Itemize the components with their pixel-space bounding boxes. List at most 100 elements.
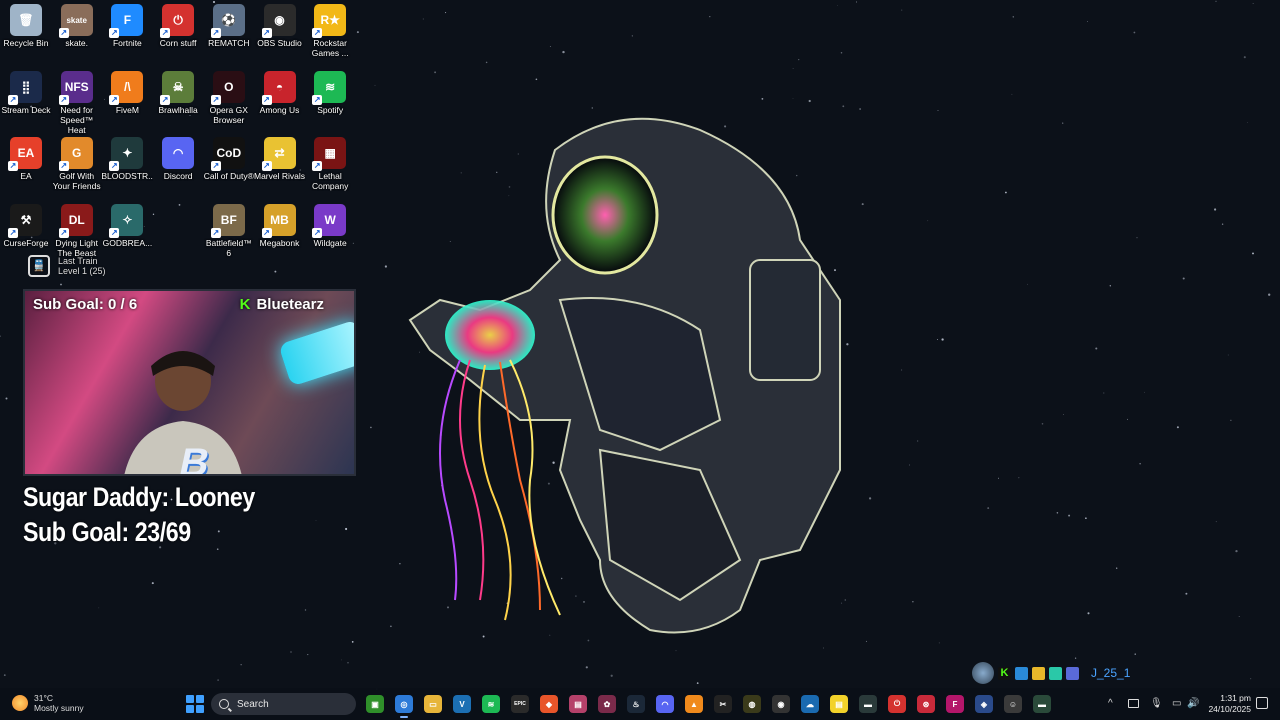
desktop-icon-stream-deck[interactable]: ⣿ ↗ Stream Deck	[0, 67, 52, 115]
desktop-icon-fivem[interactable]: /\ ↗ FiveM	[101, 67, 153, 115]
app-17-icon[interactable]: ⊛	[917, 695, 935, 713]
star	[861, 203, 864, 206]
star	[422, 18, 424, 20]
desktop-icon-brawlhalla[interactable]: ☠ ↗ Brawlhalla	[152, 67, 204, 115]
steam-icon[interactable]: ♨	[627, 695, 645, 713]
star	[482, 635, 485, 638]
desktop-icon-ea[interactable]: EA ↗ EA	[0, 133, 52, 181]
tray-app-4-icon[interactable]	[1066, 666, 1079, 680]
desktop-icon-skate[interactable]: skate ↗ skate.	[51, 0, 103, 48]
star	[496, 171, 498, 173]
star	[1252, 252, 1254, 255]
tray-app-1-icon[interactable]	[1015, 666, 1028, 680]
star	[1005, 191, 1007, 194]
star	[1087, 21, 1088, 22]
dying-light-the-beast-icon: DL ↗	[58, 204, 93, 239]
last-train-widget[interactable]: 🚆 Last Train Level 1 (25)	[28, 255, 106, 277]
desktop-icon-label: Megabonk	[259, 238, 300, 249]
desktop-icon-recycle-bin[interactable]: 🗑 Recycle Bin	[0, 0, 52, 48]
fortnite-taskbar-icon[interactable]: F	[946, 695, 964, 713]
desktop-icon-lethal-company[interactable]: ▦ ↗ Lethal Company	[304, 133, 356, 191]
notification-icon[interactable]	[1256, 697, 1268, 709]
brave-icon[interactable]: ◆	[540, 695, 558, 713]
star	[447, 606, 449, 609]
desktop-icon-discord[interactable]: ◠ Discord	[152, 133, 204, 181]
obs-taskbar-icon[interactable]: ◉	[772, 695, 790, 713]
tray-app-3-icon[interactable]	[1049, 666, 1062, 680]
need-for-speed-heat-icon: NFS ↗	[58, 70, 93, 105]
sunny-weather-icon	[12, 695, 28, 711]
desktop-icon-bloodstr[interactable]: ✦ ↗ BLOODSTR...	[101, 133, 153, 181]
desktop-icon-megabonk[interactable]: MB ↗ Megabonk	[254, 200, 306, 248]
desktop-icon-godbrea[interactable]: ✧ ↗ GODBREA...	[101, 200, 153, 248]
green-app-icon[interactable]: ▣	[366, 695, 384, 713]
tray-app-2-icon[interactable]	[1032, 666, 1045, 680]
obs-studio-icon: ◉ ↗	[261, 4, 296, 38]
globe-icon[interactable]	[972, 662, 994, 684]
desktop-icon-label: Opera GX Browser	[209, 104, 248, 125]
clock-time: 1:31 pm	[1220, 693, 1251, 703]
desktop-icon-among-us[interactable]: ◓ ↗ Among Us	[254, 67, 306, 115]
desktop-icon-obs-studio[interactable]: ◉ ↗ OBS Studio	[254, 0, 306, 48]
desktop-icon-need-for-speed-heat[interactable]: NFS ↗ Need for Speed™ Heat	[51, 67, 103, 135]
epic-games-icon[interactable]: EPIC	[511, 695, 529, 713]
desktop-icon-label: REMATCH	[208, 38, 250, 48]
desktop-icon-golf-with-your-friends[interactable]: G ↗ Golf With Your Friends	[51, 133, 103, 191]
microphone-icon[interactable]: 🎙	[1150, 698, 1163, 709]
device-icon[interactable]	[1128, 699, 1139, 708]
star	[390, 625, 392, 628]
spotify-taskbar-icon[interactable]: ≋	[482, 695, 500, 713]
desktop-icon-label: Need for Speed™ Heat	[60, 104, 94, 135]
desktop-icon-battlefield-6[interactable]: BF ↗ Battlefield™ 6	[203, 200, 255, 258]
desktop-icon-marvel-rivals[interactable]: ⇄ ↗ Marvel Rivals	[254, 133, 306, 181]
call-of-duty-icon: CoD ↗	[210, 137, 245, 172]
capcut-icon[interactable]: ✂	[714, 695, 732, 713]
star	[1139, 463, 1141, 465]
desktop-icon-call-of-duty[interactable]: CoD ↗ Call of Duty®	[203, 133, 255, 181]
godbrea-icon: ✧ ↗	[109, 204, 144, 239]
shortcut-arrow-icon: ↗	[8, 94, 18, 105]
weather-widget[interactable]: 31°C Mostly sunny	[12, 693, 84, 713]
desktop-icon-wildgate[interactable]: W ↗ Wildgate	[304, 200, 356, 248]
star	[844, 599, 846, 601]
chrome-icon[interactable]: ◎	[395, 695, 413, 718]
network-icon[interactable]: ▭	[1172, 698, 1181, 709]
desktop-icon-rematch[interactable]: ⚽ ↗ REMATCH	[203, 0, 255, 48]
star	[370, 426, 372, 429]
volume-icon[interactable]: 🔊	[1187, 698, 1199, 709]
app-19-icon[interactable]: ◈	[975, 695, 993, 713]
star	[1103, 392, 1105, 394]
kick-tray-icon[interactable]: K	[998, 666, 1011, 680]
star	[1176, 426, 1179, 429]
stream-deck-icon: ⣿ ↗	[8, 70, 42, 105]
desktop-icon-spotify[interactable]: ≋ ↗ Spotify	[304, 67, 356, 115]
start-button[interactable]	[186, 695, 204, 713]
file-explorer-icon[interactable]: ▭	[424, 695, 442, 713]
app-7-icon[interactable]: ✿	[598, 695, 616, 713]
clock[interactable]: 1:31 pm 24/10/2025	[1208, 693, 1251, 715]
vlc-icon[interactable]: ▲	[685, 695, 703, 713]
app-20-icon[interactable]: ☺	[1004, 695, 1022, 713]
desktop-icon-dying-light-the-beast[interactable]: DL ↗ Dying Light The Beast	[51, 200, 103, 258]
star	[941, 338, 944, 341]
wildgate-icon: W ↗	[312, 204, 347, 239]
floating-tray-icons[interactable]: K J_25_1	[972, 662, 1130, 684]
vscode-icon[interactable]: V	[453, 695, 471, 713]
taskbar-search[interactable]: Search	[211, 693, 356, 715]
desktop-icon-corn-stuff[interactable]: ⏻ ↗ Corn stuff	[152, 0, 204, 48]
discord-taskbar-icon[interactable]: ◠	[656, 695, 674, 713]
shortcut-arrow-icon: ↗	[210, 161, 221, 172]
desktop-icon-fortnite[interactable]: F ↗ Fortnite	[101, 0, 153, 48]
desktop-icon-curseforge[interactable]: ⚒ ↗ CurseForge	[0, 200, 52, 248]
app-11-icon[interactable]: ◍	[743, 695, 761, 713]
sticky-notes-icon[interactable]: ▤	[830, 695, 848, 713]
app-15-icon[interactable]: ▬	[859, 695, 877, 713]
desktop-icon-opera-gx-browser[interactable]: O ↗ Opera GX Browser	[203, 67, 255, 125]
tray-chevron-icon[interactable]: ^	[1108, 698, 1113, 709]
clock-date: 24/10/2025	[1208, 704, 1251, 714]
app-13-icon[interactable]: ☁	[801, 695, 819, 713]
app-6-icon[interactable]: ▤	[569, 695, 587, 713]
app-21-icon[interactable]: ▬	[1033, 695, 1051, 713]
corn-stuff-taskbar-icon[interactable]: ⏻	[888, 695, 906, 713]
desktop-icon-rockstar-games[interactable]: R★ ↗ Rockstar Games ...	[304, 0, 356, 58]
